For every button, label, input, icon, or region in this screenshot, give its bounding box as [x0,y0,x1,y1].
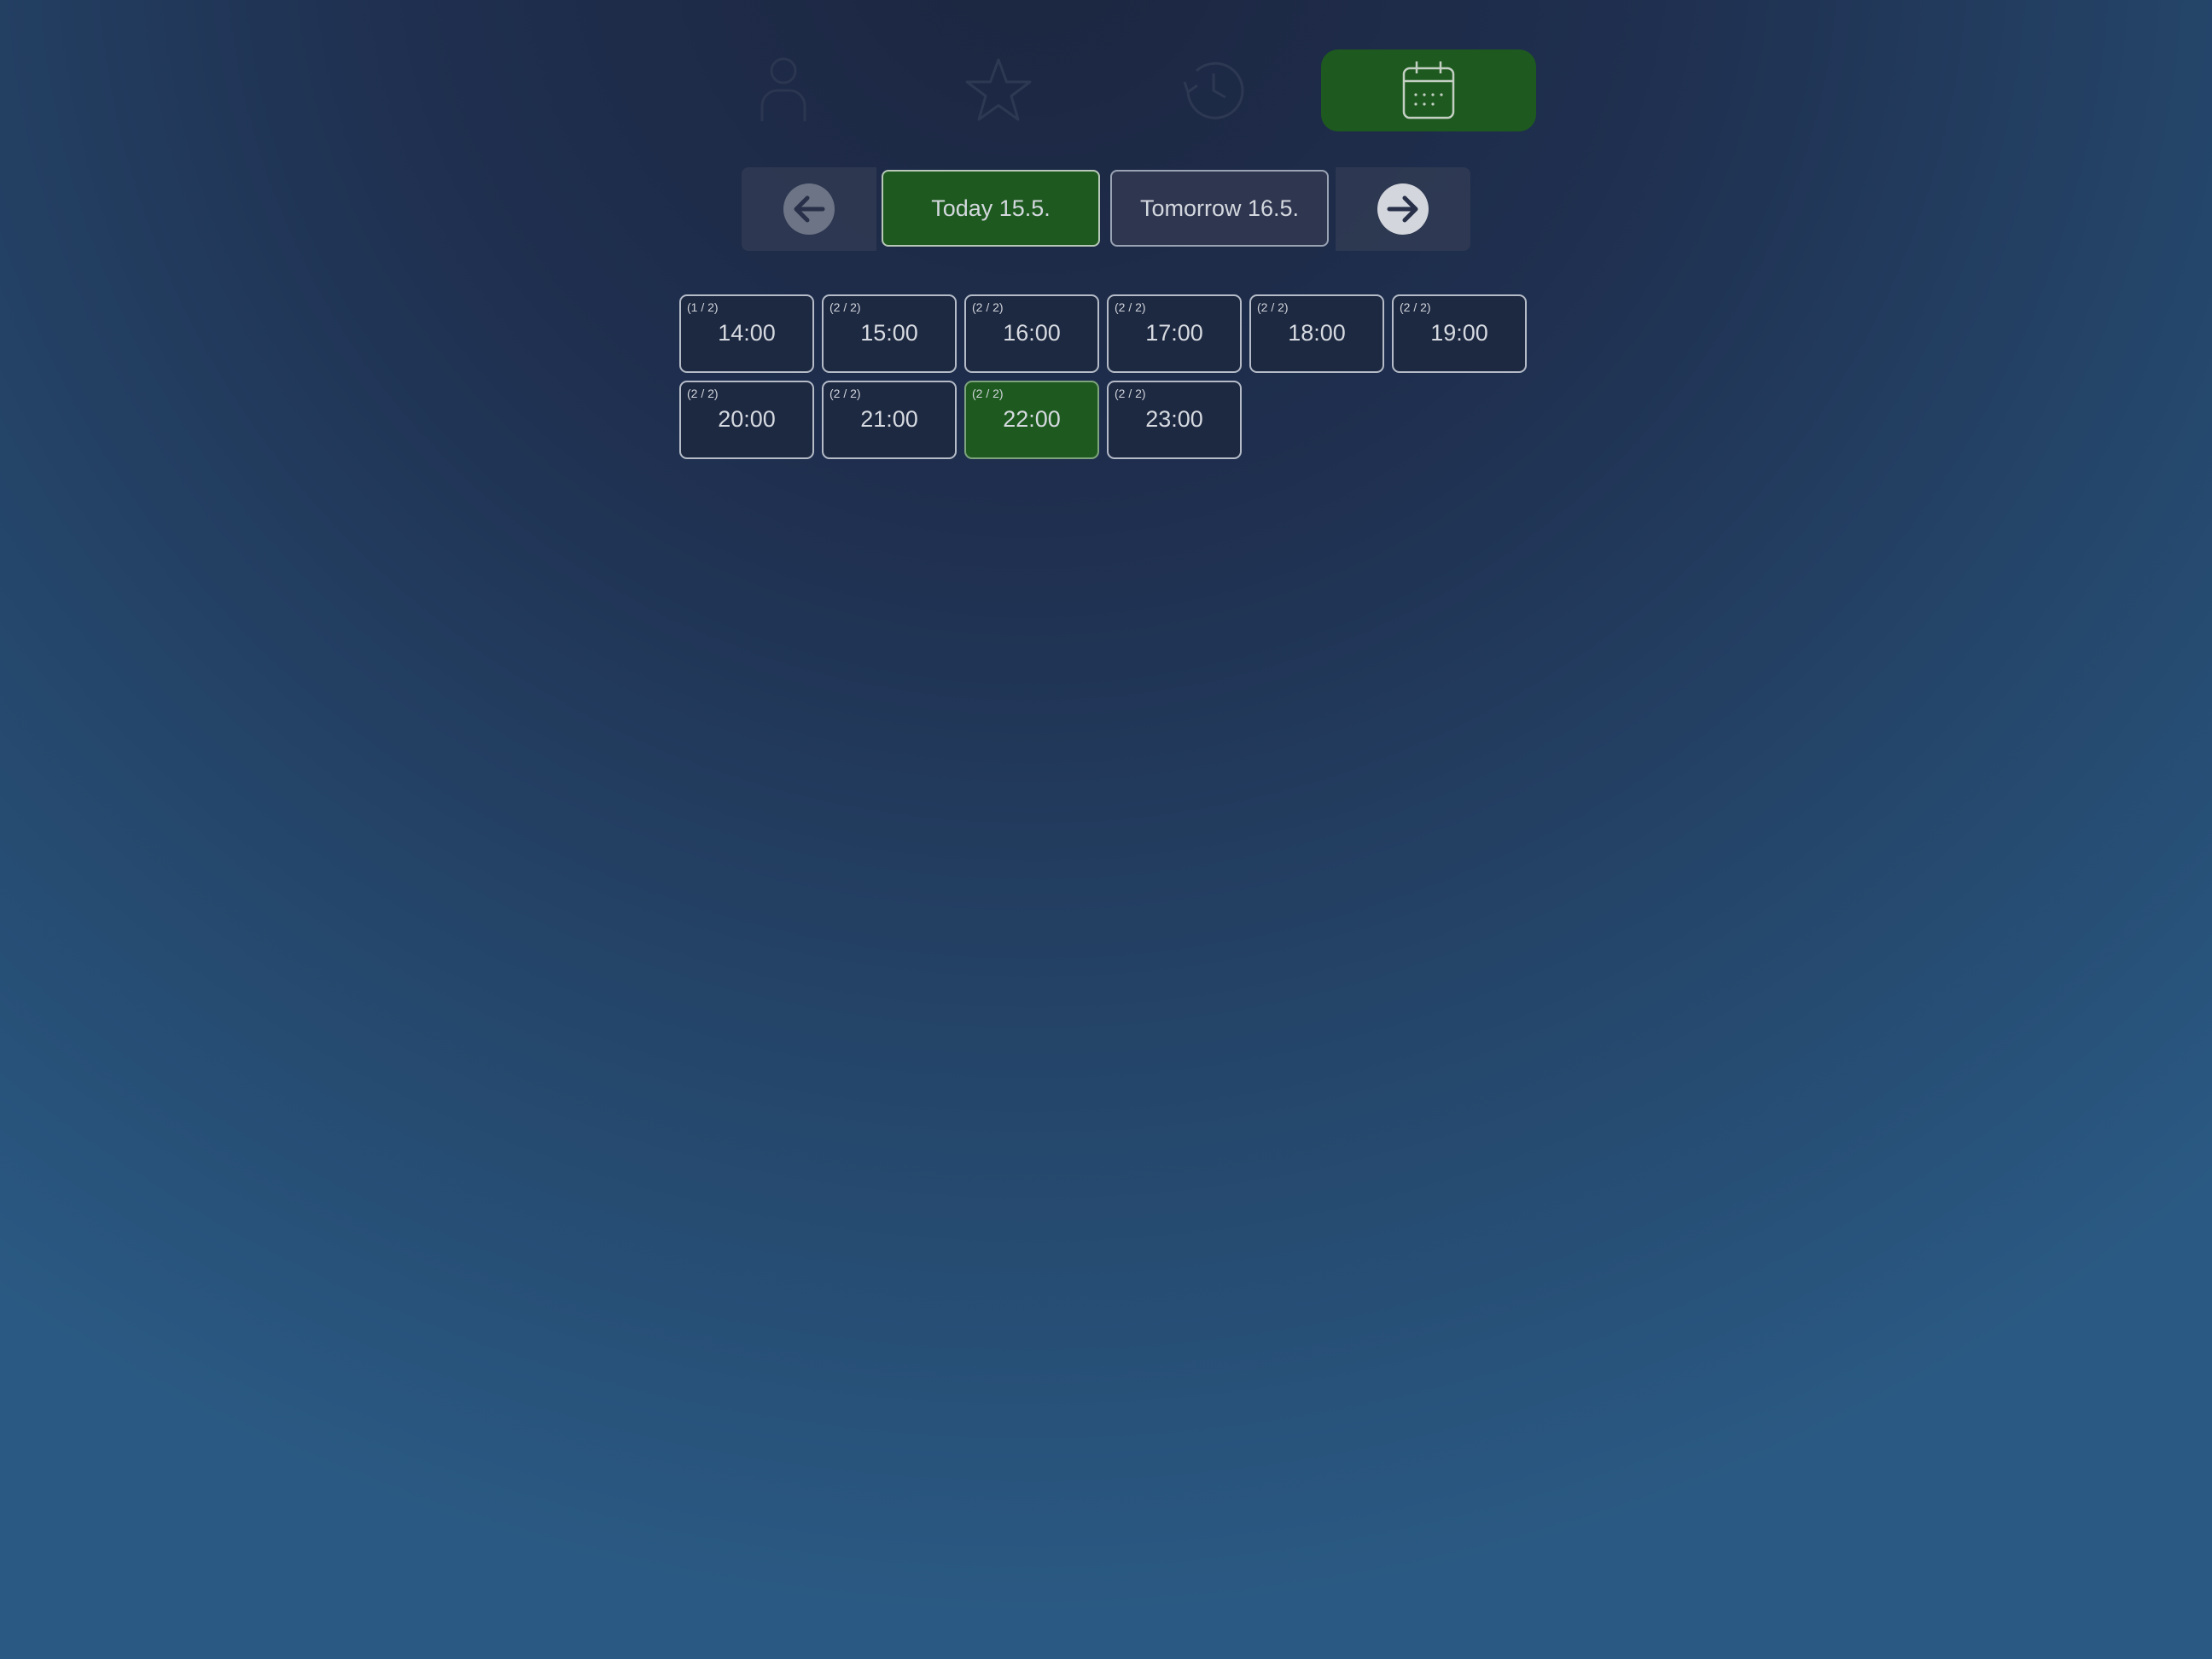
slot-time: 20:00 [718,406,776,432]
time-slot-2100[interactable]: (2 / 2) 21:00 [822,381,957,459]
slot-time: 18:00 [1288,320,1346,346]
calendar-icon [1402,61,1455,119]
slot-time: 15:00 [860,320,918,346]
slot-availability: (2 / 2) [830,300,861,314]
slot-availability: (2 / 2) [1400,300,1431,314]
slot-availability: (2 / 2) [972,387,1004,400]
slot-time: 21:00 [860,406,918,432]
nav-profile-button[interactable] [676,49,891,131]
slot-availability: (2 / 2) [972,300,1004,314]
nav-favorites-button[interactable] [891,49,1106,131]
slot-availability: (1 / 2) [687,300,719,314]
slot-availability: (2 / 2) [687,387,719,400]
slot-availability: (2 / 2) [1115,387,1146,400]
time-slot-2200[interactable]: (2 / 2) 22:00 [964,381,1099,459]
time-slot-2000[interactable]: (2 / 2) 20:00 [679,381,814,459]
time-slot-2300[interactable]: (2 / 2) 23:00 [1107,381,1242,459]
slot-availability: (2 / 2) [830,387,861,400]
time-slot-1600[interactable]: (2 / 2) 16:00 [964,294,1099,373]
next-day-button[interactable] [1336,167,1470,251]
star-icon [965,58,1032,121]
user-icon [760,57,806,121]
slot-availability: (2 / 2) [1257,300,1289,314]
time-slot-1500[interactable]: (2 / 2) 15:00 [822,294,957,373]
day-today-button[interactable]: Today 15.5. [882,170,1100,247]
slot-availability: (2 / 2) [1115,300,1146,314]
nav-history-button[interactable] [1106,49,1321,131]
history-icon [1183,61,1244,119]
day-tomorrow-label: Tomorrow 16.5. [1139,195,1300,221]
time-slot-1700[interactable]: (2 / 2) 17:00 [1107,294,1242,373]
slot-time: 16:00 [1003,320,1061,346]
day-selector: Today 15.5. Tomorrow 16.5. [742,167,1470,251]
arrow-left-icon [783,183,835,235]
arrow-right-icon [1377,183,1429,235]
slot-time: 17:00 [1145,320,1203,346]
time-slot-1800[interactable]: (2 / 2) 18:00 [1249,294,1384,373]
slot-time: 23:00 [1145,406,1203,432]
time-slot-1900[interactable]: (2 / 2) 19:00 [1392,294,1527,373]
slot-time: 14:00 [718,320,776,346]
time-slot-1400[interactable]: (1 / 2) 14:00 [679,294,814,373]
day-tomorrow-button[interactable]: Tomorrow 16.5. [1110,170,1329,247]
day-today-label: Today 15.5. [931,195,1051,221]
previous-day-button[interactable] [742,167,876,251]
nav-calendar-button[interactable] [1321,49,1536,131]
slot-time: 22:00 [1003,406,1061,432]
slot-time: 19:00 [1430,320,1488,346]
